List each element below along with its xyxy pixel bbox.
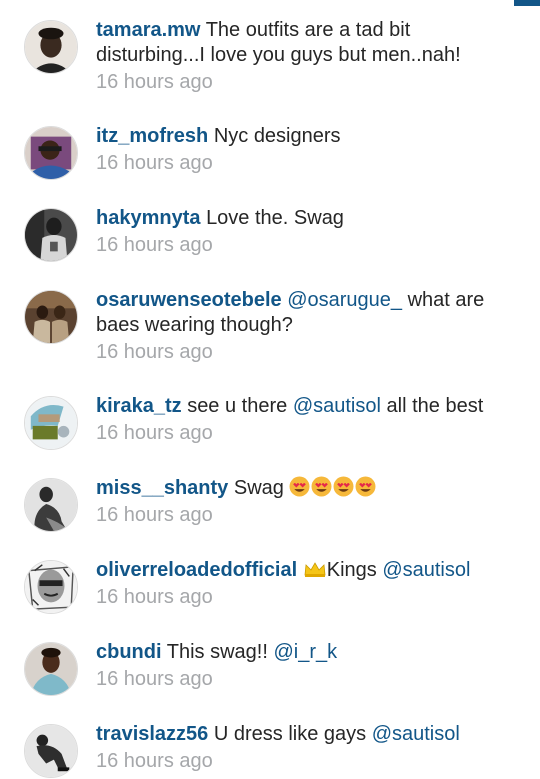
comment-text: see u there: [187, 395, 288, 417]
comment-body: kiraka_tz see u there @sautisol all the …: [96, 394, 516, 447]
comment-body: hakymnyta Love the. Swag 16 hours ago: [96, 206, 516, 259]
comment-username[interactable]: tamara.mw: [96, 19, 201, 41]
comment-mention[interactable]: @osarugue_: [287, 289, 402, 311]
avatar[interactable]: [24, 478, 78, 532]
comment-text: Swag: [233, 477, 284, 499]
avatar-image: [25, 397, 77, 449]
heart-eyes-emoji-group: [284, 476, 378, 499]
comment-timestamp: 16 hours ago: [96, 750, 213, 772]
heart-eyes-emoji: [333, 476, 354, 497]
avatar-image: [25, 725, 77, 777]
comment-body: miss__shanty Swag 16 hours ago: [96, 476, 516, 529]
comment-username[interactable]: itz_mofresh: [96, 125, 208, 147]
comment-timestamp: 16 hours ago: [96, 341, 213, 363]
comment-timestamp: 16 hours ago: [96, 586, 213, 608]
comment-text-after: all the best: [386, 395, 484, 417]
heart-eyes-emoji: [355, 476, 376, 497]
comment-username[interactable]: osaruwenseotebele: [96, 289, 282, 311]
comment-body: osaruwenseotebele @osarugue_ what are ba…: [96, 288, 516, 366]
comment-text: Love the. Swag: [206, 207, 344, 229]
avatar[interactable]: [24, 126, 78, 180]
avatar-image: [25, 127, 77, 179]
comment-body: tamara.mw The outfits are a tad bit dist…: [96, 18, 516, 96]
comment-mention[interactable]: @sautisol: [293, 395, 381, 417]
comment-body: cbundi This swag!! @i_r_k 16 hours ago: [96, 640, 516, 693]
avatar[interactable]: [24, 396, 78, 450]
comment-body: travislazz56 U dress like gays @sautisol…: [96, 722, 516, 775]
comment-timestamp: 16 hours ago: [96, 71, 213, 93]
comment-text: Kings: [326, 559, 377, 581]
comment-username[interactable]: hakymnyta: [96, 207, 201, 229]
avatar[interactable]: [24, 642, 78, 696]
avatar-image: [25, 209, 77, 261]
comment-body: oliverreloadedofficial Kings @sautisol 1…: [96, 558, 516, 611]
avatar[interactable]: [24, 560, 78, 614]
comment-body: itz_mofresh Nyc designers 16 hours ago: [96, 124, 516, 177]
avatar[interactable]: [24, 208, 78, 262]
heart-eyes-emoji: [289, 476, 310, 497]
crown-icon: [304, 562, 326, 577]
comment-timestamp: 16 hours ago: [96, 234, 213, 256]
avatar[interactable]: [24, 20, 78, 74]
comment-timestamp: 16 hours ago: [96, 152, 213, 174]
avatar[interactable]: [24, 290, 78, 344]
comment-timestamp: 16 hours ago: [96, 668, 213, 690]
comment-mention[interactable]: @sautisol: [372, 723, 460, 745]
avatar-image: [25, 21, 77, 73]
comment-text: This swag!!: [166, 641, 268, 663]
avatar-image: [25, 291, 77, 343]
comment-timestamp: 16 hours ago: [96, 504, 213, 526]
comment-username[interactable]: miss__shanty: [96, 477, 228, 499]
comment-username[interactable]: kiraka_tz: [96, 395, 182, 417]
avatar[interactable]: [24, 724, 78, 778]
avatar-image: [25, 643, 77, 695]
avatar-image: [25, 561, 77, 613]
comment-text: U dress like gays: [213, 723, 367, 745]
comment-text: Nyc designers: [213, 125, 341, 147]
heart-eyes-emoji: [311, 476, 332, 497]
comment-username[interactable]: oliverreloadedofficial: [96, 559, 297, 581]
comment-timestamp: 16 hours ago: [96, 422, 213, 444]
avatar-image: [25, 479, 77, 531]
comment-mention[interactable]: @i_r_k: [273, 641, 337, 663]
top-accent-bar: [514, 0, 540, 6]
comment-mention[interactable]: @sautisol: [382, 559, 470, 581]
comment-username[interactable]: travislazz56: [96, 723, 208, 745]
comment-username[interactable]: cbundi: [96, 641, 162, 663]
